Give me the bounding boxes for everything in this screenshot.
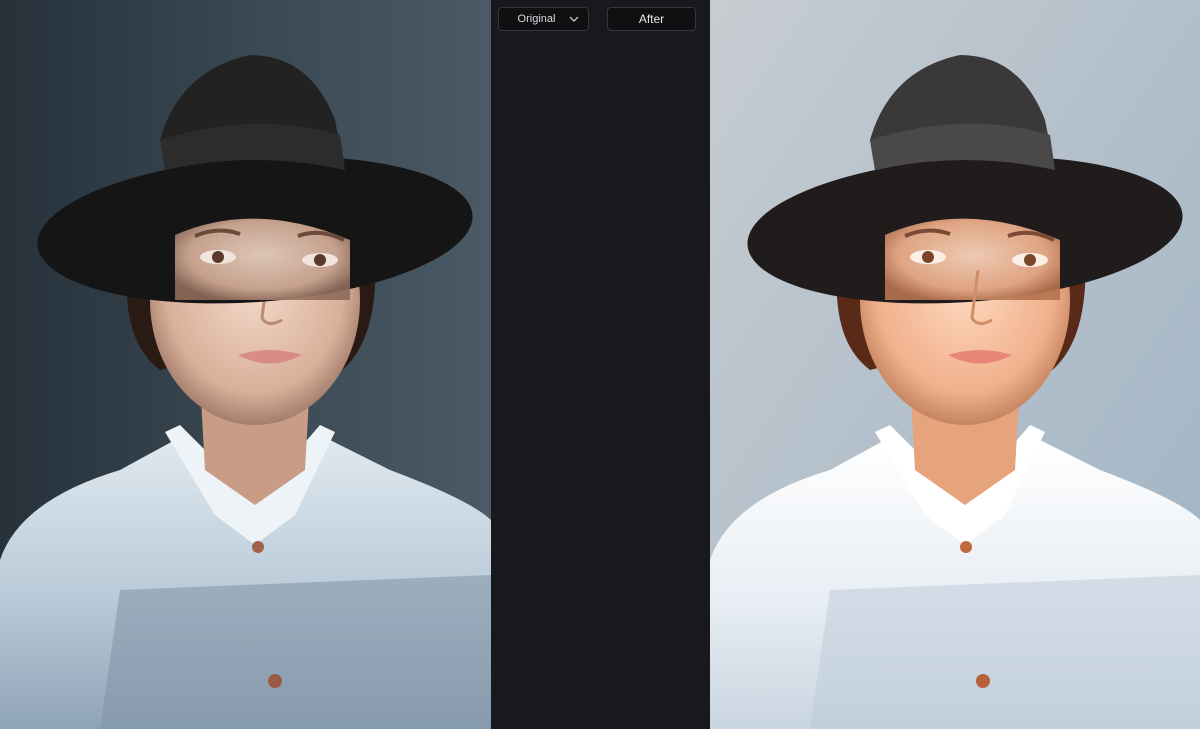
- after-photo: [710, 0, 1200, 729]
- original-photo: [0, 0, 491, 729]
- chevron-down-icon: [569, 14, 579, 24]
- comparison-divider-panel: Original After: [491, 0, 710, 729]
- view-mode-selected-label: Original: [517, 13, 556, 25]
- compare-toolbar: Original After: [498, 7, 696, 31]
- view-mode-dropdown[interactable]: Original: [498, 7, 589, 31]
- enhanced-portrait-image: [710, 0, 1200, 729]
- original-portrait-image: [0, 0, 491, 729]
- after-button[interactable]: After: [607, 7, 696, 31]
- compare-view: Original After: [0, 0, 1200, 729]
